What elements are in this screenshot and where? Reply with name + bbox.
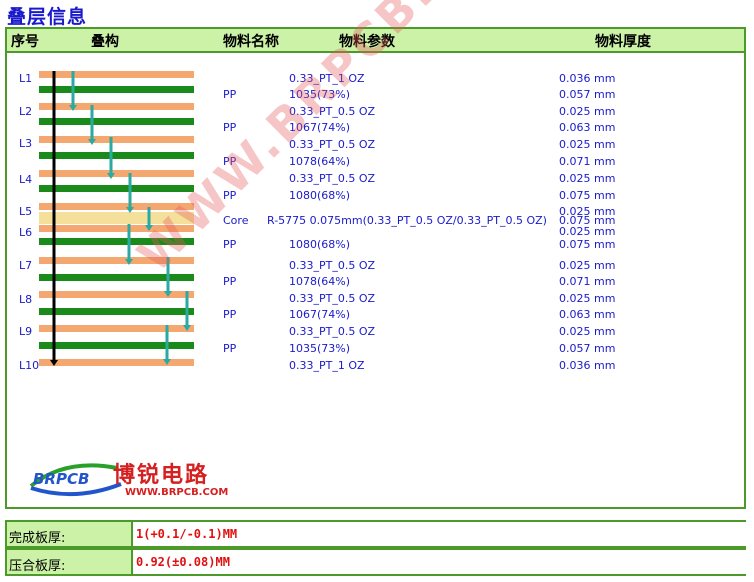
- row-material-param: 1035(73%): [289, 88, 351, 101]
- row-material-name: PP: [223, 308, 237, 321]
- row-material-param: 0.33_PT_1 OZ: [289, 72, 365, 85]
- drill-arrows-icon: [50, 71, 191, 366]
- via-arrow-1: [69, 71, 77, 111]
- row-material-name: PP: [223, 238, 237, 251]
- pressed-thickness-row: 压合板厚: 0.92(±0.08)MM: [5, 548, 746, 576]
- row-material-param: 1078(64%): [289, 275, 351, 288]
- via-arrow-7: [164, 257, 172, 297]
- row-thickness: 0.057 mm: [559, 342, 616, 355]
- row-thickness: 0.063 mm: [559, 121, 616, 134]
- row-material-name: PP: [223, 155, 237, 168]
- company-url: WWW.BRPCB.COM: [125, 487, 229, 498]
- row-material-param: 1035(73%): [289, 342, 351, 355]
- row-thickness: 0.025 mm: [559, 292, 616, 305]
- row-thickness: 0.025 mm: [559, 172, 616, 185]
- row-material-name: PP: [223, 189, 237, 202]
- row-thickness: 0.057 mm: [559, 88, 616, 101]
- row-material-param: 0.33_PT_0.5 OZ: [289, 172, 376, 185]
- row-material-param: 1078(64%): [289, 155, 351, 168]
- stackup-panel: 序号 叠构 物料名称 物料参数 物料厚度 L1 L2 L3 L4 L5 L6 L7 L8 L9 L…: [5, 0, 746, 509]
- row-material-param: R-5775 0.075mm(0.33_PT_0.5 OZ/0.33_PT_0.…: [267, 214, 547, 227]
- row-thickness: 0.036 mm: [559, 72, 616, 85]
- through-hole-arrow: [50, 71, 58, 366]
- company-brand-name: 博锐电路: [113, 462, 210, 488]
- row-thickness: 0.025 mm: [559, 325, 616, 338]
- logo-badge-text: BRPCB: [33, 470, 89, 488]
- row-material-param: 1080(68%): [289, 238, 351, 251]
- finished-thickness-row: 完成板厚: 1(+0.1/-0.1)MM: [5, 520, 746, 548]
- row-material-name: PP: [223, 121, 237, 134]
- row-thickness: 0.025 mm: [559, 138, 616, 151]
- via-arrow-3: [107, 137, 115, 179]
- row-thickness: 0.071 mm: [559, 275, 616, 288]
- via-arrow-2: [88, 105, 96, 145]
- row-material-param: 0.33_PT_0.5 OZ: [289, 259, 376, 272]
- row-thickness: 0.025 mm: [559, 225, 616, 238]
- row-material-name: Core: [223, 214, 249, 227]
- row-material-param: 1067(74%): [289, 121, 351, 134]
- row-material-param: 0.33_PT_0.5 OZ: [289, 138, 376, 151]
- row-material-param: 1080(68%): [289, 189, 351, 202]
- row-thickness: 0.025 mm: [559, 105, 616, 118]
- pressed-thickness-value: 0.92(±0.08)MM: [136, 555, 230, 569]
- row-thickness: 0.063 mm: [559, 308, 616, 321]
- row-material-name: PP: [223, 342, 237, 355]
- row-material-param: 0.33_PT_1 OZ: [289, 359, 365, 372]
- row-material-param: 1067(74%): [289, 308, 351, 321]
- finished-thickness-label: 完成板厚:: [9, 531, 66, 546]
- via-arrow-9: [163, 325, 171, 365]
- row-thickness: 0.075 mm: [559, 189, 616, 202]
- row-thickness: 0.075 mm: [559, 238, 616, 251]
- row-thickness: 0.071 mm: [559, 155, 616, 168]
- via-arrow-5: [145, 207, 153, 231]
- row-material-param: 0.33_PT_0.5 OZ: [289, 325, 376, 338]
- row-material-name: PP: [223, 88, 237, 101]
- pressed-thickness-label: 压合板厚:: [9, 559, 66, 574]
- row-material-param: 0.33_PT_0.5 OZ: [289, 105, 376, 118]
- via-arrow-4: [126, 173, 134, 213]
- row-material-param: 0.33_PT_0.5 OZ: [289, 292, 376, 305]
- row-thickness: 0.025 mm: [559, 259, 616, 272]
- via-arrow-8: [183, 291, 191, 331]
- row-thickness: 0.036 mm: [559, 359, 616, 372]
- page-title: 叠层信息: [7, 6, 88, 28]
- finished-thickness-value: 1(+0.1/-0.1)MM: [136, 527, 238, 541]
- via-arrow-6: [125, 224, 133, 265]
- row-material-name: PP: [223, 275, 237, 288]
- stackup-diagram: L1 L2 L3 L4 L5 L6 L7 L8 L9 L10 0.33_PT_1 OZ 0.036 m…: [7, 29, 744, 507]
